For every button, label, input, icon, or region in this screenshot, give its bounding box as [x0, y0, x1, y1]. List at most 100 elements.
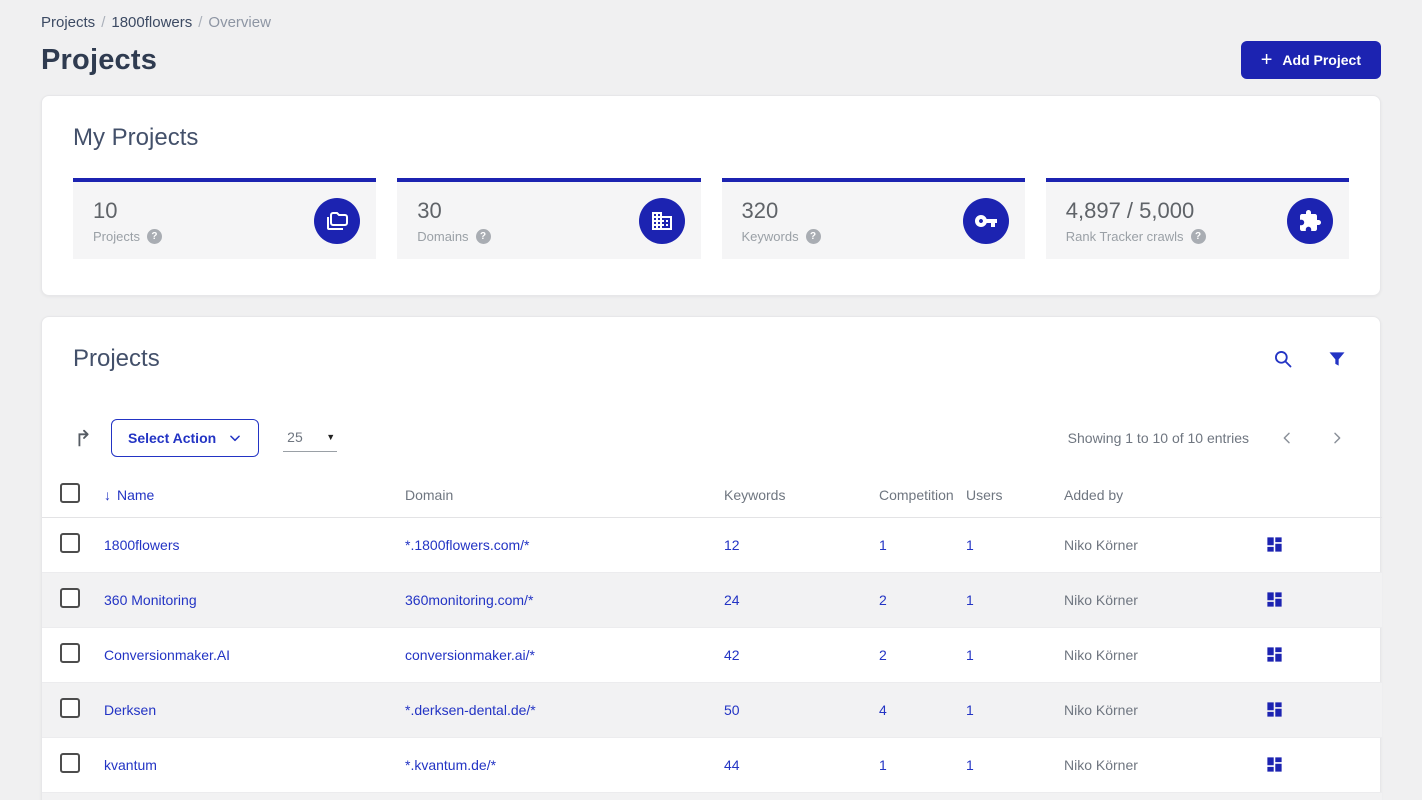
plus-icon: +	[1260, 49, 1273, 71]
dashboard-icon[interactable]	[1263, 533, 1286, 556]
title-row: Projects + Add Project	[41, 41, 1381, 79]
project-domain-link[interactable]: 360monitoring.com/*	[405, 592, 533, 608]
stacked-folders-icon	[314, 197, 361, 244]
project-domain-link[interactable]: *.1800flowers.com/*	[405, 537, 530, 553]
add-project-button[interactable]: + Add Project	[1240, 41, 1381, 79]
key-icon	[962, 197, 1009, 244]
projects-label: Projects	[93, 228, 140, 244]
caret-down-icon: ▼	[326, 431, 336, 442]
projects-panel-heading: Projects	[73, 345, 160, 372]
puzzle-icon	[1287, 197, 1333, 244]
users-count-link[interactable]: 1	[966, 647, 974, 663]
project-domain-link[interactable]: *.derksen-dental.de/*	[405, 702, 536, 718]
dashboard-icon[interactable]	[1263, 753, 1286, 776]
select-action-label: Select Action	[128, 430, 217, 446]
table-row: Conversionmaker.AI conversionmaker.ai/* …	[42, 627, 1382, 683]
showing-entries-text: Showing 1 to 10 of 10 entries	[1067, 430, 1249, 446]
help-icon[interactable]: ?	[146, 228, 162, 244]
project-domain-link[interactable]: conversionmaker.ai/*	[405, 647, 535, 663]
my-projects-heading: My Projects	[73, 124, 199, 151]
dashboard-icon[interactable]	[1263, 588, 1286, 611]
column-header-competition[interactable]: Competition	[879, 473, 966, 518]
column-header-keywords[interactable]: Keywords	[724, 473, 879, 518]
users-count-link[interactable]: 1	[966, 702, 974, 718]
breadcrumb-projects[interactable]: Projects	[41, 14, 95, 31]
projects-table-card: Projects Select Action 25 ▼ Showing 1 to…	[41, 316, 1382, 800]
export-arrow-icon[interactable]	[73, 427, 95, 449]
added-by-text: Niko Körner	[1064, 682, 1263, 738]
page-size-select[interactable]: 25 ▼	[283, 425, 338, 452]
rank-tracker-label: Rank Tracker crawls	[1065, 228, 1184, 244]
row-checkbox[interactable]	[60, 533, 80, 553]
competition-count-link[interactable]: 2	[879, 647, 887, 663]
project-name-link[interactable]: Conversionmaker.AI	[104, 647, 230, 663]
column-header-added-by[interactable]: Added by	[1064, 473, 1263, 518]
stats-grid: 10 Projects ? 30 Domains ? 320 Keywords …	[73, 178, 1349, 259]
keywords-count-link[interactable]: 24	[724, 592, 740, 608]
my-projects-card: My Projects 10 Projects ? 30 Domains ? 3…	[41, 95, 1381, 296]
users-count-link[interactable]: 1	[966, 757, 974, 773]
domains-label: Domains	[417, 228, 469, 244]
keywords-count-link[interactable]: 44	[724, 757, 740, 773]
help-icon[interactable]: ?	[1190, 228, 1206, 244]
competition-count-link[interactable]: 1	[879, 757, 887, 773]
search-icon[interactable]	[1271, 347, 1295, 371]
column-header-name[interactable]: ↓ Name	[104, 473, 405, 518]
added-by-text: Niko Körner	[1064, 517, 1263, 573]
project-name-link[interactable]: Derksen	[104, 702, 156, 718]
breadcrumb-separator: /	[198, 14, 203, 31]
filter-icon[interactable]	[1325, 347, 1349, 371]
sort-desc-icon: ↓	[104, 486, 111, 503]
chevron-down-icon	[230, 435, 241, 442]
row-checkbox[interactable]	[60, 643, 80, 663]
competition-count-link[interactable]: 4	[879, 702, 887, 718]
projects-count: 10	[93, 197, 118, 223]
dashboard-icon[interactable]	[1263, 643, 1286, 666]
keywords-label: Keywords	[741, 228, 799, 244]
row-checkbox[interactable]	[60, 753, 80, 773]
pagination-prev-icon[interactable]	[1275, 426, 1299, 450]
project-name-link[interactable]: 1800flowers	[104, 537, 180, 553]
users-count-link[interactable]: 1	[966, 592, 974, 608]
breadcrumb-separator: /	[101, 14, 106, 31]
competition-count-link[interactable]: 1	[879, 537, 887, 553]
competition-count-link[interactable]: 2	[879, 592, 887, 608]
project-domain-link[interactable]: *.kvantum.de/*	[405, 757, 496, 773]
stat-card-projects: 10 Projects ?	[73, 178, 377, 259]
rank-tracker-count: 4,897 / 5,000	[1065, 197, 1195, 223]
row-checkbox[interactable]	[60, 698, 80, 718]
add-project-label: Add Project	[1282, 52, 1361, 68]
projects-table: ↓ Name Domain Keywords Competition Users …	[42, 473, 1382, 800]
breadcrumb-1800flowers[interactable]: 1800flowers	[111, 14, 192, 31]
page: Projects / 1800flowers / Overview Projects +…	[0, 0, 1422, 800]
breadcrumb: Projects / 1800flowers / Overview	[41, 0, 1381, 31]
table-row: kvantum *.kvantum.de/* 44 1 1 Niko Körne…	[42, 737, 1382, 793]
select-action-dropdown[interactable]: Select Action	[111, 419, 260, 457]
added-by-text: Niko Körner	[1064, 737, 1263, 793]
table-row: 1800flowers *.1800flowers.com/* 12 1 1 N…	[42, 517, 1382, 573]
table-row: 360 Monitoring 360monitoring.com/* 24 2 …	[42, 572, 1382, 628]
project-name-link[interactable]: kvantum	[104, 757, 157, 773]
stat-card-domains: 30 Domains ?	[397, 178, 701, 259]
select-all-checkbox[interactable]	[60, 483, 80, 504]
keywords-count: 320	[741, 197, 779, 223]
table-row: Derksen *.derksen-dental.de/* 50 4 1 Nik…	[42, 682, 1382, 738]
page-title: Projects	[41, 43, 158, 76]
project-name-link[interactable]: 360 Monitoring	[104, 592, 197, 608]
users-count-link[interactable]: 1	[966, 537, 974, 553]
stat-card-keywords: 320 Keywords ?	[721, 178, 1025, 259]
page-size-value: 25	[287, 428, 303, 445]
pagination-next-icon[interactable]	[1325, 426, 1349, 450]
help-icon[interactable]: ?	[805, 228, 821, 244]
dashboard-icon[interactable]	[1263, 698, 1286, 721]
keywords-count-link[interactable]: 12	[724, 537, 740, 553]
keywords-count-link[interactable]: 50	[724, 702, 740, 718]
row-checkbox[interactable]	[60, 588, 80, 608]
keywords-count-link[interactable]: 42	[724, 647, 740, 663]
added-by-text: Niko Körner	[1064, 627, 1263, 683]
help-icon[interactable]: ?	[475, 228, 491, 244]
column-header-domain[interactable]: Domain	[405, 473, 724, 518]
stat-card-rank-tracker: 4,897 / 5,000 Rank Tracker crawls ?	[1045, 178, 1349, 259]
table-row-partial	[42, 792, 1382, 800]
column-header-users[interactable]: Users	[966, 473, 1064, 518]
